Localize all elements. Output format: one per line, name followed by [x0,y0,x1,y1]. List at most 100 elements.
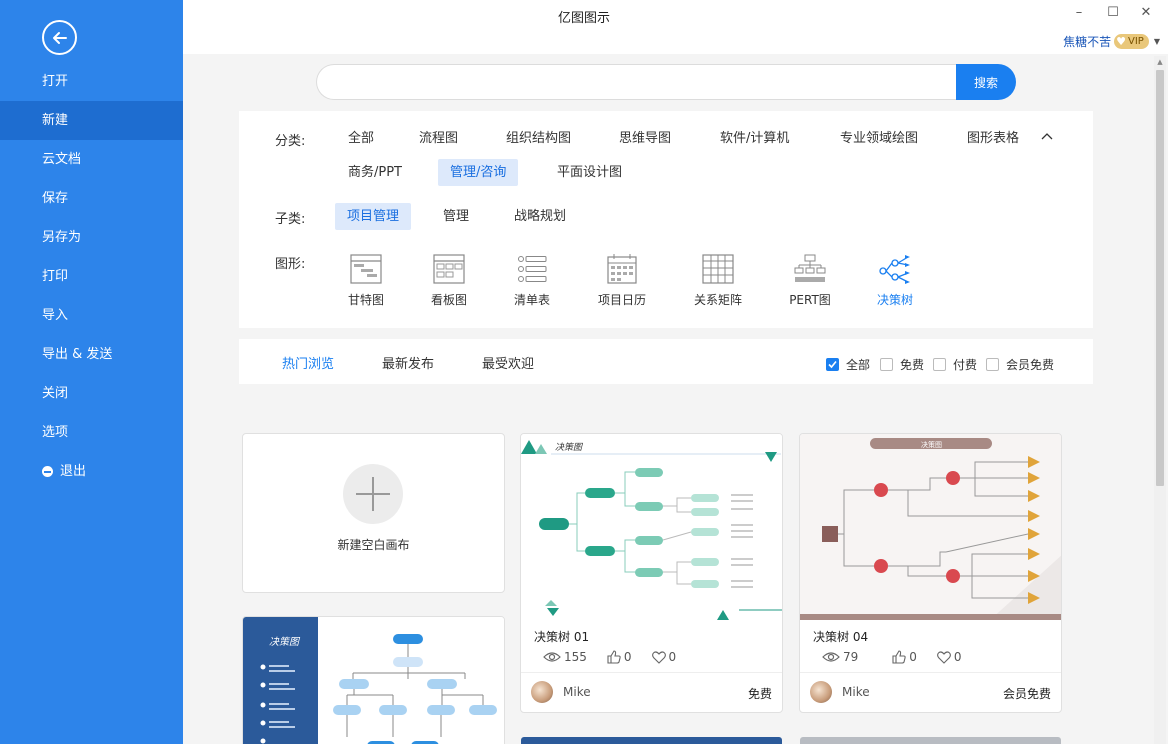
filter-all-checkbox[interactable]: 全部 [826,356,870,373]
thumbs-up-icon [607,650,621,664]
checkbox-icon[interactable] [880,358,893,371]
template-stats: 155 0 0 [543,650,696,664]
sidebar-item-label: 打开 [42,74,69,89]
shape-item-label: 项目日历 [597,293,646,307]
likes-stat[interactable]: 0 [607,650,632,664]
template-card[interactable]: 决策图 决策树 01 155 0 0 Mike 免费 [520,433,783,713]
price-label: 会员免费 [1002,687,1051,701]
category-graphic-design[interactable]: 平面设计图 [545,159,634,186]
category-professional[interactable]: 专业领域绘图 [828,125,930,152]
sidebar-item-exit[interactable]: 退出 [0,452,183,491]
shape-checklist[interactable]: 清单表 [497,253,567,308]
shape-pert[interactable]: PERT图 [775,253,845,308]
shape-item-label: 清单表 [513,293,550,307]
sidebar-item-label: 新建 [42,113,69,128]
shape-gantt[interactable]: 甘特图 [331,253,401,308]
filter-paid-checkbox[interactable]: 付费 [933,356,977,373]
sidebar-item-label: 关闭 [42,386,69,401]
sidebar-menu: 打开 新建 云文档 保存 另存为 打印 导入 导出 & 发送 关闭 选项 退出 [0,62,183,491]
back-button[interactable] [42,20,77,55]
subcategory-strategy[interactable]: 战略规划 [502,203,578,230]
template-author[interactable]: Mike [810,681,870,703]
shape-kanban[interactable]: 看板图 [414,253,484,308]
pert-chart-icon [794,254,826,282]
favorites-count: 0 [668,650,677,664]
sidebar-item-open[interactable]: 打开 [0,62,183,101]
new-blank-canvas-card[interactable]: 新建空白画布 [242,433,505,593]
template-author[interactable]: Mike [531,681,591,703]
template-card[interactable]: 决策图 决策树 04 79 0 0 Mike 会员免费 [799,433,1062,713]
shape-relation-matrix[interactable]: 关系矩阵 [683,253,753,308]
favorites-stat[interactable]: 0 [936,650,962,664]
category-management[interactable]: 管理/咨询 [438,159,519,186]
template-card[interactable]: 决策图 [242,616,505,744]
checkbox-label: 免费 [900,358,925,372]
user-menu[interactable]: 焦糖不苦 ♥ VIP ▼ [1063,33,1160,50]
shape-decision-tree[interactable]: 决策树 [860,253,930,308]
subcategory-project-mgmt[interactable]: 项目管理 [335,203,412,230]
author-name: Mike [842,685,870,699]
title-bar: 亿图图示 – ☐ ✕ 焦糖不苦 ♥ VIP ▼ [183,0,1168,54]
category-mind-map[interactable]: 思维导图 [607,125,683,152]
sidebar-item-label: 云文档 [42,152,82,167]
vertical-scrollbar[interactable]: ▲ [1154,56,1166,744]
subcategory-management[interactable]: 管理 [431,203,481,230]
favorites-count: 0 [953,650,962,664]
scroll-up-icon[interactable]: ▲ [1154,56,1166,68]
likes-stat[interactable]: 0 [892,650,917,664]
thumbnail-heading: 决策图 [269,636,301,648]
sidebar-item-options[interactable]: 选项 [0,413,183,452]
shape-project-calendar[interactable]: 项目日历 [587,253,657,308]
sidebar-item-print[interactable]: 打印 [0,257,183,296]
caret-down-icon[interactable]: ▼ [1154,37,1160,46]
template-thumbnail: 决策图 [800,434,1061,620]
category-org-chart[interactable]: 组织结构图 [494,125,583,152]
project-calendar-icon [607,254,637,284]
filter-member-free-checkbox[interactable]: 会员免费 [986,356,1054,373]
template-card-peek[interactable] [800,737,1061,744]
checkbox-icon[interactable] [933,358,946,371]
sidebar-item-export-send[interactable]: 导出 & 发送 [0,335,183,374]
template-card-peek[interactable] [521,737,782,744]
card-divider [800,672,1061,673]
category-all[interactable]: 全部 [336,125,386,152]
sidebar-item-cloud-docs[interactable]: 云文档 [0,140,183,179]
thumbnail-heading: 决策图 [921,440,942,449]
sidebar-item-save[interactable]: 保存 [0,179,183,218]
maximize-button[interactable]: ☐ [1103,5,1123,23]
search-input[interactable] [316,64,961,100]
vip-badge[interactable]: ♥ VIP [1114,34,1149,49]
sidebar-item-import[interactable]: 导入 [0,296,183,335]
shape-item-label: 看板图 [430,293,467,307]
filter-free-checkbox[interactable]: 免费 [880,356,924,373]
tab-popular[interactable]: 最受欢迎 [482,353,534,372]
sidebar-item-label: 另存为 [42,230,82,245]
kanban-board-icon [433,254,465,284]
category-label: 分类: [275,134,306,149]
sidebar-item-save-as[interactable]: 另存为 [0,218,183,257]
category-flowchart[interactable]: 流程图 [407,125,470,152]
avatar [810,681,832,703]
vip-label: VIP [1128,36,1144,47]
checkbox-checked-icon[interactable] [826,358,839,371]
subcategory-label: 子类: [275,212,306,227]
shape-item-label: 决策树 [876,293,913,307]
user-name[interactable]: 焦糖不苦 [1063,33,1111,50]
app-title: 亿图图示 [557,11,610,26]
checkbox-icon[interactable] [986,358,999,371]
category-graphic-table[interactable]: 图形表格 [955,125,1031,152]
minimize-button[interactable]: – [1069,5,1089,23]
chevron-up-icon[interactable] [1040,129,1054,143]
scrollbar-thumb[interactable] [1156,70,1164,486]
tab-hot[interactable]: 热门浏览 [282,353,334,372]
tab-latest[interactable]: 最新发布 [382,353,434,372]
search-button[interactable]: 搜索 [956,64,1016,100]
category-software[interactable]: 软件/计算机 [708,125,801,152]
favorites-stat[interactable]: 0 [651,650,677,664]
category-business-ppt[interactable]: 商务/PPT [336,159,414,186]
minus-circle-icon [42,466,53,477]
sidebar-item-close[interactable]: 关闭 [0,374,183,413]
sidebar-item-new[interactable]: 新建 [0,101,183,140]
close-button[interactable]: ✕ [1136,5,1156,23]
template-thumbnail: 决策图 [243,617,504,744]
